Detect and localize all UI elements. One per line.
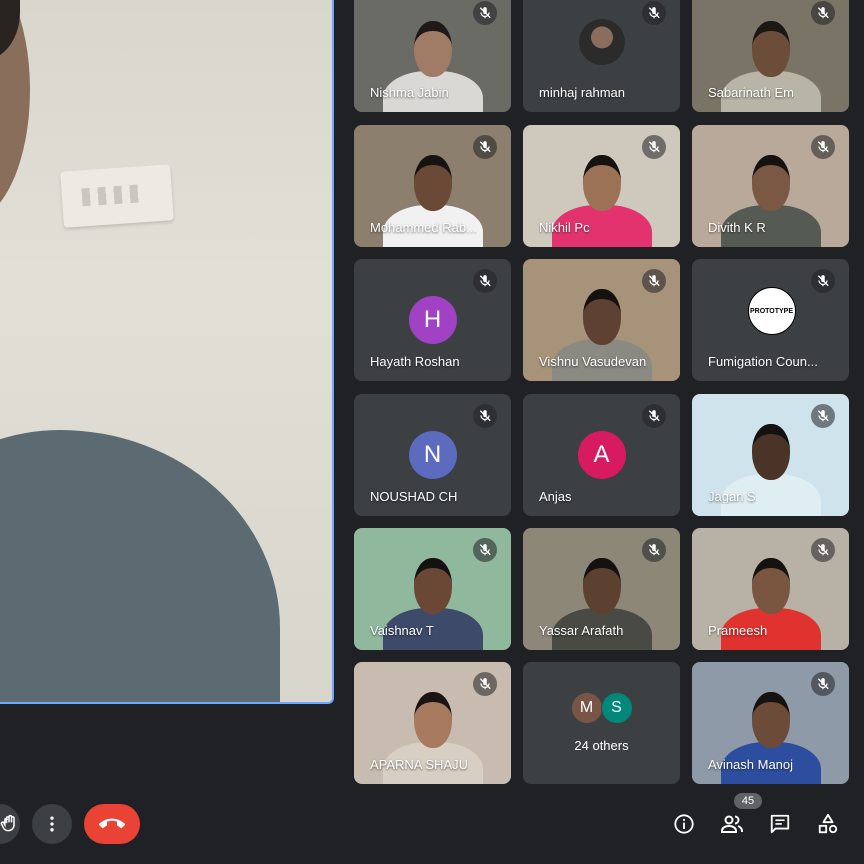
chat-icon xyxy=(770,814,790,834)
avatar-initial: S xyxy=(600,692,633,724)
shapes-icon xyxy=(818,813,838,834)
others-count-label: 24 others xyxy=(574,738,629,753)
participant-name: Jagan S xyxy=(708,489,756,504)
leave-call-button[interactable] xyxy=(84,804,140,844)
avatar-logo: PROTOTYPE xyxy=(747,287,796,335)
mic-off-icon xyxy=(473,269,497,293)
mic-off-icon xyxy=(811,404,835,428)
participant-head xyxy=(413,558,452,614)
participant-name: Anjas xyxy=(539,489,572,504)
avatar-initial: M xyxy=(570,692,603,724)
people-icon xyxy=(721,815,743,833)
participant-tile[interactable]: Prameesh xyxy=(692,528,849,650)
participant-tile[interactable]: Nishma Jabin xyxy=(354,0,511,112)
participant-tile[interactable]: Jagan S xyxy=(692,394,849,516)
mic-off-icon xyxy=(811,672,835,696)
participant-tile[interactable]: Vaishnav T xyxy=(354,528,511,650)
hand-icon xyxy=(0,814,15,832)
participant-tile[interactable]: Avinash Manoj xyxy=(692,662,849,784)
mic-off-icon xyxy=(642,269,666,293)
people-button[interactable] xyxy=(720,812,744,836)
participant-tile[interactable]: Nikhil Pc xyxy=(523,125,680,247)
participant-head xyxy=(413,155,452,211)
participant-name: Sabarinath Em xyxy=(708,85,794,100)
mic-off-icon xyxy=(811,538,835,562)
participant-name: Vishnu Vasudevan xyxy=(539,354,647,369)
participant-head xyxy=(582,155,621,211)
participant-name: Mohammed Rab... xyxy=(370,220,477,235)
raise-hand-button[interactable] xyxy=(0,804,20,844)
participant-head xyxy=(751,692,790,748)
participant-tile[interactable]: Yassar Arafath xyxy=(523,528,680,650)
mic-off-icon xyxy=(811,135,835,159)
participant-name: Hayath Roshan xyxy=(370,354,460,369)
participant-head xyxy=(413,692,452,748)
main-speaker-video[interactable] xyxy=(0,0,334,704)
avatar-initial: N xyxy=(408,431,457,479)
chat-button[interactable] xyxy=(768,812,792,836)
participant-name: APARNA SHAJU xyxy=(370,757,469,772)
mic-off-icon xyxy=(642,135,666,159)
speaker-shirt xyxy=(0,430,280,702)
call-end-icon xyxy=(99,818,125,829)
participant-name: minhaj rahman xyxy=(539,85,625,100)
mic-off-icon xyxy=(473,672,497,696)
participant-tile[interactable]: Vishnu Vasudevan xyxy=(523,259,680,381)
participant-tile[interactable]: Divith K R xyxy=(692,125,849,247)
mic-off-icon xyxy=(642,404,666,428)
info-icon xyxy=(674,814,694,834)
participant-tile[interactable]: N NOUSHAD CH xyxy=(354,394,511,516)
participant-name: Avinash Manoj xyxy=(708,757,794,772)
participant-name: Vaishnav T xyxy=(370,623,434,638)
mic-off-icon xyxy=(811,1,835,25)
participant-tile[interactable]: minhaj rahman xyxy=(523,0,680,112)
mic-off-icon xyxy=(473,404,497,428)
participant-grid: Nishma Jabin minhaj rahman Sabarinath Em Mo… xyxy=(354,0,849,784)
participant-name: Fumigation Coun... xyxy=(708,354,818,369)
participant-name: Nishma Jabin xyxy=(370,85,449,100)
more-options-button[interactable] xyxy=(32,804,72,844)
participant-head xyxy=(751,155,790,211)
meeting-details-button[interactable] xyxy=(672,812,696,836)
avatar-photo xyxy=(578,19,625,65)
activities-button[interactable] xyxy=(816,812,840,836)
participant-tile[interactable]: A Anjas xyxy=(523,394,680,516)
participant-tile[interactable]: H Hayath Roshan xyxy=(354,259,511,381)
participant-name: NOUSHAD CH xyxy=(370,489,458,504)
participant-name: Divith K R xyxy=(708,220,766,235)
avatar-initial: H xyxy=(408,296,457,344)
participant-tile[interactable]: PROTOTYPE Fumigation Coun... xyxy=(692,259,849,381)
others-avatars: MS xyxy=(523,692,680,724)
participant-count-badge: 45 xyxy=(734,793,762,809)
participant-name: Nikhil Pc xyxy=(539,220,590,235)
participant-name: Prameesh xyxy=(708,623,768,638)
background-wall-socket xyxy=(60,164,174,228)
participant-name: Yassar Arafath xyxy=(539,623,624,638)
participant-head xyxy=(751,424,790,480)
participant-tile[interactable]: Sabarinath Em xyxy=(692,0,849,112)
mic-off-icon xyxy=(642,538,666,562)
participant-tile[interactable]: Mohammed Rab... xyxy=(354,125,511,247)
participant-tile[interactable]: M S 24 others xyxy=(523,662,680,784)
participant-tile[interactable]: APARNA SHAJU xyxy=(354,662,511,784)
participant-head xyxy=(751,21,790,77)
more-vert-icon xyxy=(50,816,54,832)
participant-head xyxy=(751,558,790,614)
participant-head xyxy=(413,21,452,77)
mic-off-icon xyxy=(473,135,497,159)
mic-off-icon xyxy=(473,538,497,562)
participant-head xyxy=(582,558,621,614)
avatar-initial: A xyxy=(577,431,626,479)
mic-off-icon xyxy=(473,1,497,25)
mic-off-icon xyxy=(642,1,666,25)
participant-head xyxy=(582,289,621,345)
mic-off-icon xyxy=(811,269,835,293)
